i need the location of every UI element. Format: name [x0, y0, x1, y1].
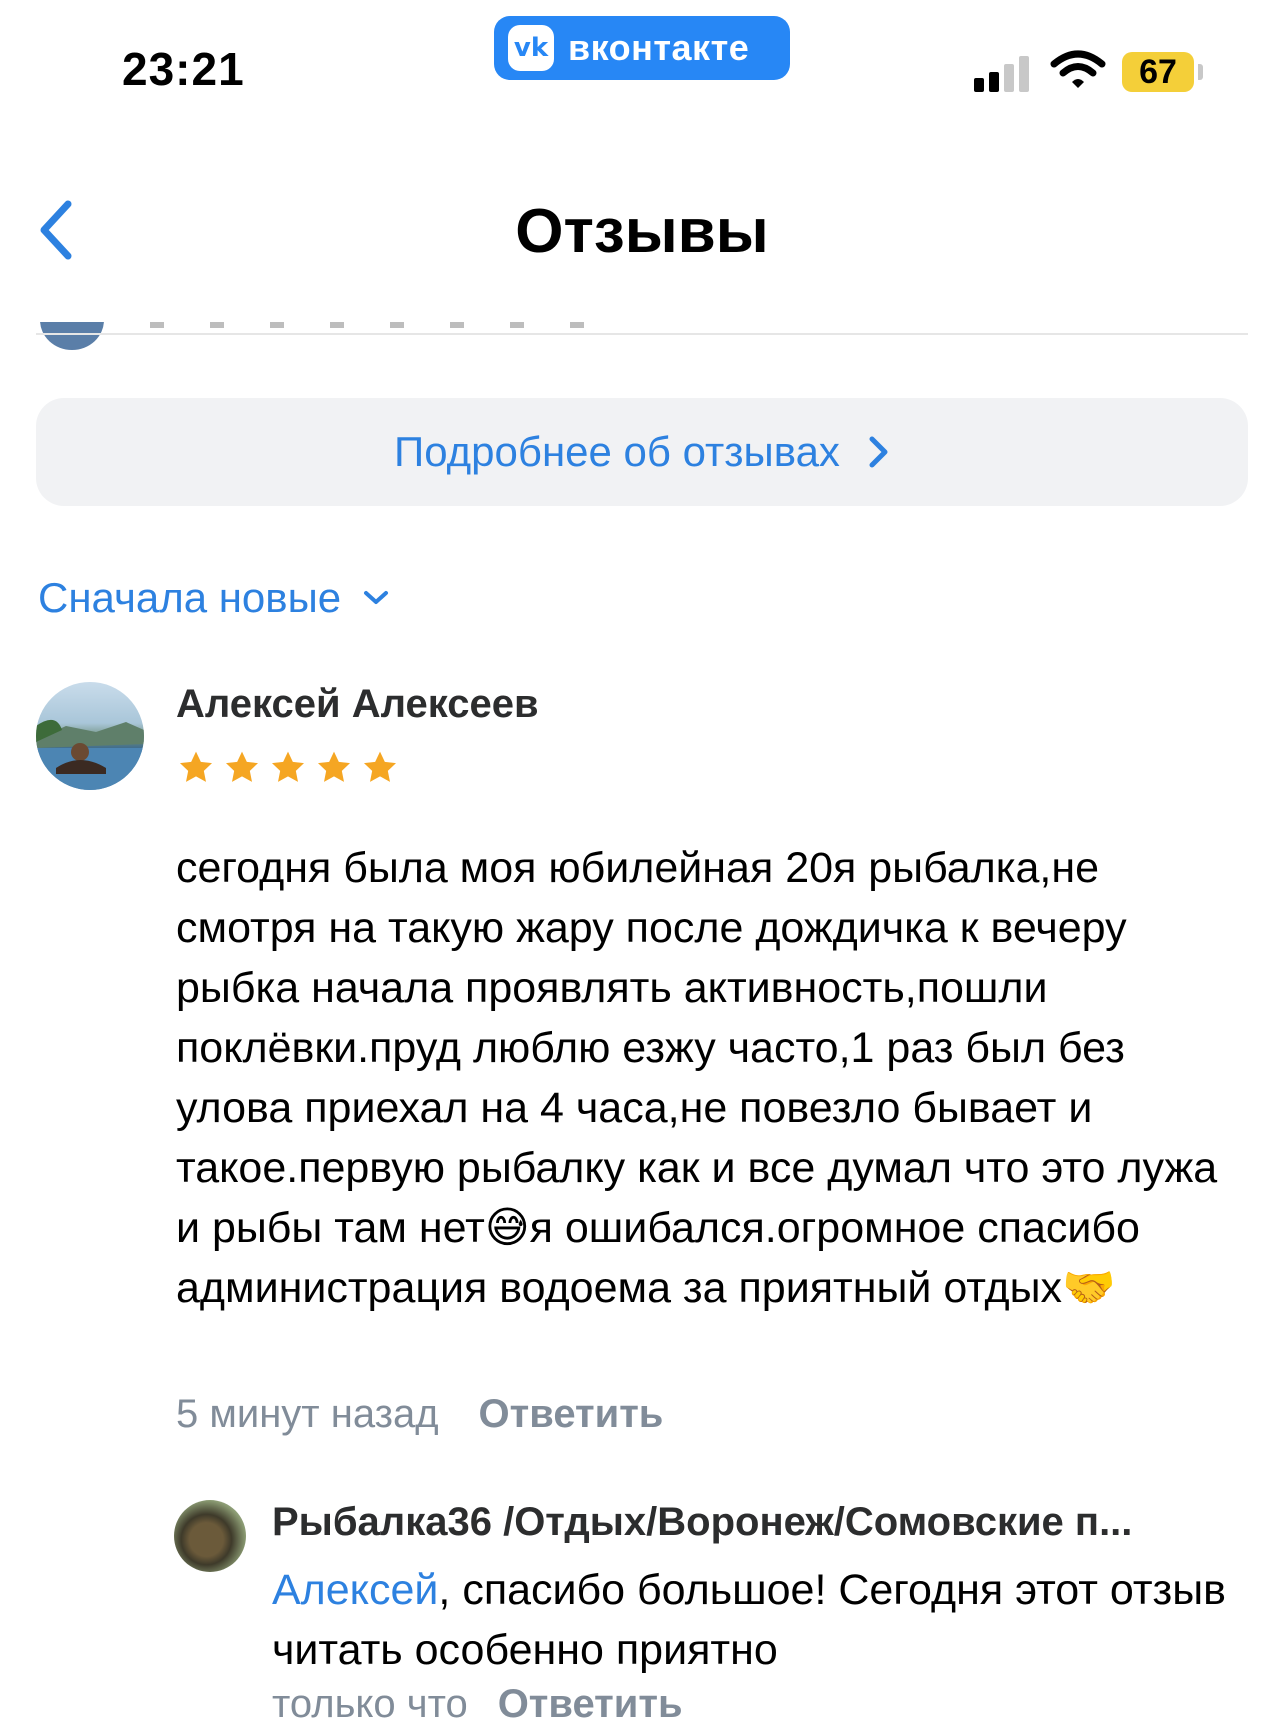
sort-label: Сначала новые [38, 574, 342, 621]
sort-dropdown[interactable]: Сначала новые [38, 574, 389, 622]
reply-author-name[interactable]: Рыбалка36 /Отдых/Воронеж/Сомовские п... [272, 1500, 1212, 1545]
reply-author-avatar[interactable] [174, 1500, 246, 1572]
reply-mention-link[interactable]: Алексей [272, 1566, 438, 1614]
chevron-right-icon [869, 436, 888, 468]
reply-time: только что [272, 1682, 468, 1726]
vk-app-badge[interactable]: vk вконтакте [494, 16, 790, 80]
wifi-icon [1050, 50, 1106, 88]
battery-indicator: 67 [1122, 52, 1194, 92]
vk-badge-label: вконтакте [568, 27, 750, 68]
review-text: сегодня была моя юбилейная 20я рыбалка,н… [176, 844, 1218, 1312]
chevron-down-icon [364, 591, 389, 604]
status-time: 23:21 [122, 43, 245, 95]
vk-logo-icon: vk [508, 25, 554, 71]
star-icon [180, 751, 212, 782]
battery-level: 67 [1139, 52, 1177, 91]
battery-tip [1198, 64, 1203, 80]
star-icon [226, 751, 258, 782]
star-icon [364, 751, 396, 782]
review-author-name[interactable]: Алексей Алексеев [176, 682, 539, 727]
reply-to-reply-button[interactable]: Ответить [498, 1682, 683, 1727]
cellular-signal-icon [974, 56, 1029, 92]
header-divider [36, 333, 1248, 335]
rating-stars [176, 748, 400, 788]
previous-review-text-fragment [150, 322, 610, 328]
more-about-reviews-label: Подробнее об отзывах [394, 428, 840, 475]
avatar[interactable] [36, 682, 144, 790]
reply-meta: только что Ответить [272, 1682, 683, 1727]
avatar-photo [36, 719, 144, 790]
review-meta: 5 минут назад Ответить [176, 1392, 663, 1437]
more-about-reviews-button[interactable]: Подробнее об отзывах [36, 398, 1248, 506]
reply-button[interactable]: Ответить [479, 1392, 664, 1437]
star-icon [272, 751, 304, 782]
page-title: Отзывы [515, 197, 769, 266]
reply-text: Алексей, спасибо большое! Сегодня этот о… [272, 1560, 1232, 1680]
star-icon [318, 751, 350, 782]
previous-review-avatar [40, 322, 104, 350]
review-time: 5 минут назад [176, 1392, 439, 1436]
